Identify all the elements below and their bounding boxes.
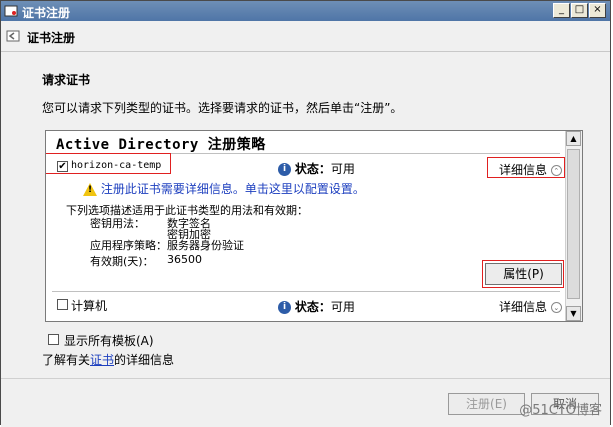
- header-divider: [1, 51, 610, 52]
- key-usage-label: 密钥用法：: [90, 217, 145, 230]
- button-bar: 注册(E) 取消 @51CTO博客: [1, 378, 610, 427]
- info-icon: i: [278, 301, 291, 314]
- certificate-enrollment-window: 证书注册 _ □ × 证书注册 请求证书 您可以请求下列类型的证书。选择要请求的…: [0, 0, 611, 427]
- warning-row[interactable]: ! 注册此证书需要详细信息。单击这里以配置设置。: [83, 180, 365, 197]
- title-bar: 证书注册 _ □ ×: [1, 1, 610, 21]
- validity-value: 36500: [167, 253, 202, 266]
- app-policy-value: 服务器身份验证: [167, 239, 244, 252]
- show-all-templates-label: 显示所有模板(A): [64, 334, 154, 348]
- certificate-list: Active Directory 注册策略 ✔ horizon-ca-temp …: [45, 130, 583, 322]
- list-scrollbar[interactable]: ▲ ▼: [565, 131, 582, 321]
- wizard-header: 证书注册: [1, 21, 610, 51]
- page-heading: 请求证书: [42, 73, 91, 87]
- template-checkbox-computer[interactable]: [57, 299, 68, 310]
- show-all-templates-checkbox[interactable]: [48, 334, 59, 345]
- template-divider: [52, 291, 560, 292]
- enroll-button[interactable]: 注册(E): [448, 393, 525, 415]
- warning-link[interactable]: 注册此证书需要详细信息。单击这里以配置设置。: [101, 182, 365, 196]
- info-icon: i: [278, 163, 291, 176]
- warning-icon: !: [83, 183, 97, 196]
- chevron-circle-icon: ⌄: [550, 302, 562, 313]
- validity-label: 有效期(天)：: [90, 255, 154, 268]
- window-title: 证书注册: [22, 6, 71, 20]
- watermark: @51CTO博客: [519, 403, 602, 418]
- highlight-details: [487, 157, 565, 178]
- close-button[interactable]: ×: [589, 3, 606, 18]
- back-arrow-icon[interactable]: [5, 28, 21, 44]
- page-description: 您可以请求下列类型的证书。选择要请求的证书，然后单击“注册”。: [42, 101, 403, 115]
- certificate-link[interactable]: 证书: [90, 353, 114, 367]
- wizard-title: 证书注册: [27, 31, 76, 45]
- status-horizon: i 状态：可用: [278, 160, 355, 177]
- app-policy-label: 应用程序策略：: [90, 239, 167, 252]
- scroll-up-arrow-icon[interactable]: ▲: [566, 131, 581, 146]
- minimize-button[interactable]: _: [553, 3, 570, 18]
- scroll-thumb[interactable]: [567, 149, 580, 299]
- details-link-computer[interactable]: 详细信息 ⌄: [499, 298, 562, 315]
- highlight-template: [46, 153, 171, 174]
- policy-title: Active Directory 注册策略: [56, 137, 266, 153]
- certificate-icon: [4, 5, 18, 17]
- template-name-computer: 计算机: [71, 299, 108, 313]
- scroll-down-arrow-icon[interactable]: ▼: [566, 306, 581, 321]
- maximize-button[interactable]: □: [571, 3, 588, 18]
- highlight-properties: [482, 260, 564, 288]
- status-computer: i 状态：可用: [278, 298, 355, 315]
- learn-more-text: 了解有关证书的详细信息: [42, 353, 175, 367]
